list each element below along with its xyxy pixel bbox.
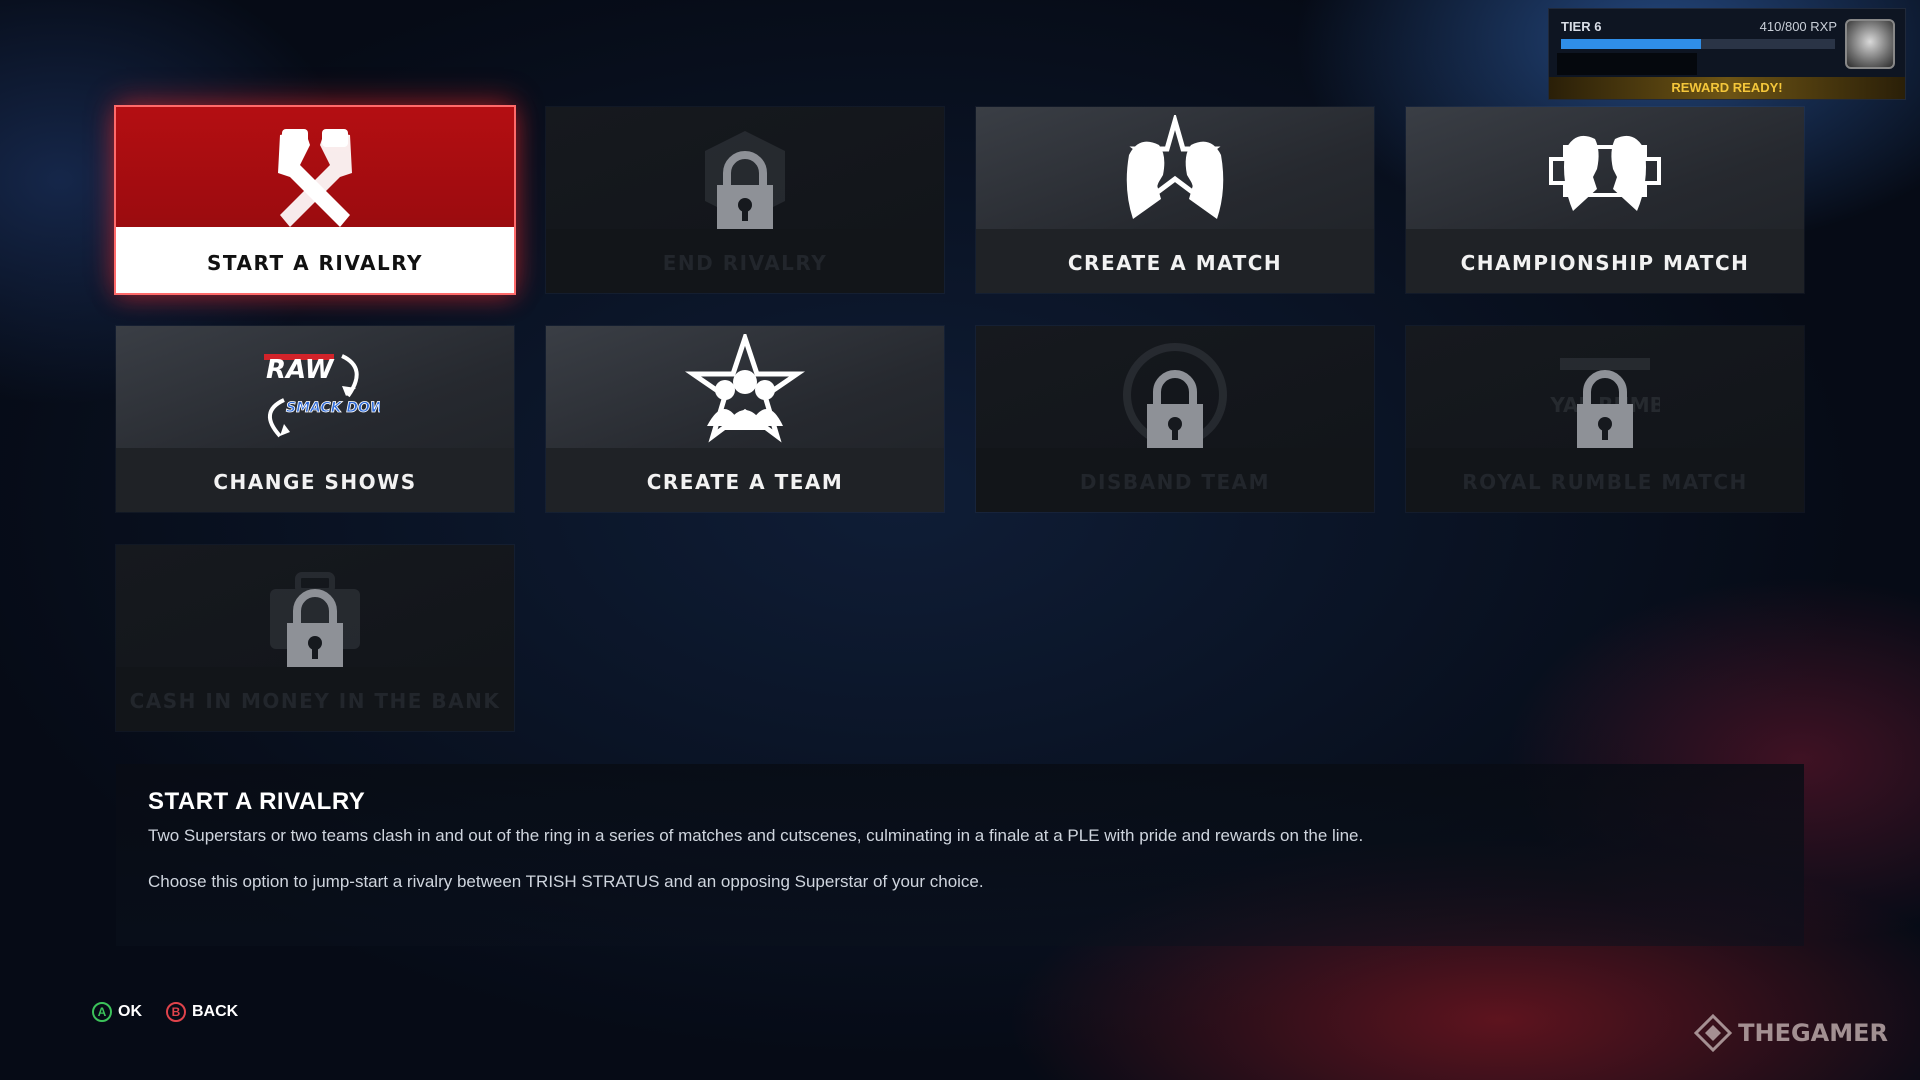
tier-label: TIER 6 [1561,19,1602,34]
tile-end-rivalry[interactable]: END RIVALRY [546,107,944,293]
raw-logo-text: RAW [266,355,335,385]
description-line-2: Choose this option to jump-start a rival… [148,872,984,891]
reward-ready-banner: REWARD READY! [1549,77,1905,99]
tile-label: CHANGE SHOWS [213,470,417,494]
team-star-icon [685,334,805,443]
tile-label: CREATE A TEAM [646,470,844,494]
tile-label: START A RIVALRY [207,251,423,275]
tile-label: CHAMPIONSHIP MATCH [1460,251,1750,275]
a-button-icon: A [92,1002,112,1022]
tile-label: CASH IN MONEY IN THE BANK [129,689,501,713]
lock-icon [1577,370,1633,452]
raw-smackdown-logo-icon: RAW SMACK DOWN [264,354,380,438]
description-line-1: Two Superstars or two teams clash in and… [148,826,1364,845]
rxp-progress-bar [1561,39,1835,49]
tile-label: END RIVALRY [662,251,828,275]
back-control-hint[interactable]: B BACK [166,1002,238,1022]
rxp-counter: 410/800 RXP [1759,19,1837,34]
lock-icon [1147,370,1203,452]
reward-secondary-bar [1557,53,1697,75]
tile-cash-in-money-in-the-bank[interactable]: CASH IN MONEY IN THE BANK [116,545,514,731]
crossed-fists-icon [278,129,352,227]
tile-label: CREATE A MATCH [1067,251,1283,275]
smackdown-logo-text: SMACK DOWN [286,400,380,416]
back-label: BACK [192,1003,239,1020]
lock-icon [287,589,343,671]
description-title: START A RIVALRY [148,788,366,815]
description-panel: START A RIVALRY Two Superstars or two te… [116,764,1804,946]
ok-control-hint[interactable]: A OK [92,1002,142,1022]
ok-label: OK [118,1003,142,1020]
watermark-logo: THEGAMER [1694,1014,1888,1052]
tile-disband-team[interactable]: DISBAND TEAM [976,326,1374,512]
tile-label: DISBAND TEAM [1079,470,1271,494]
tile-label: ROYAL RUMBLE MATCH [1462,470,1748,494]
championship-faceoff-icon [1549,135,1661,211]
reward-progress-widget: TIER 6 410/800 RXP REWARD READY! [1548,8,1906,100]
tile-championship-match[interactable]: CHAMPIONSHIP MATCH [1406,107,1804,293]
tile-change-shows[interactable]: RAW SMACK DOWN CHANGE SHOWS [116,326,514,512]
thegamer-logo-icon [1694,1014,1733,1052]
b-button-icon: B [166,1002,186,1022]
tile-create-a-team[interactable]: CREATE A TEAM [546,326,944,512]
tile-start-a-rivalry[interactable]: START A RIVALRY [116,107,514,293]
watermark-text: THEGAMER [1738,1019,1888,1047]
lock-icon [717,151,773,233]
faceoff-star-icon [1126,115,1224,219]
reward-card-icon [1845,19,1895,69]
rxp-progress-fill [1561,39,1701,49]
tile-create-a-match[interactable]: CREATE A MATCH [976,107,1374,293]
tile-royal-rumble-match[interactable]: ROYAL RUMBLE ROYAL RUMBLE MATCH [1406,326,1804,512]
